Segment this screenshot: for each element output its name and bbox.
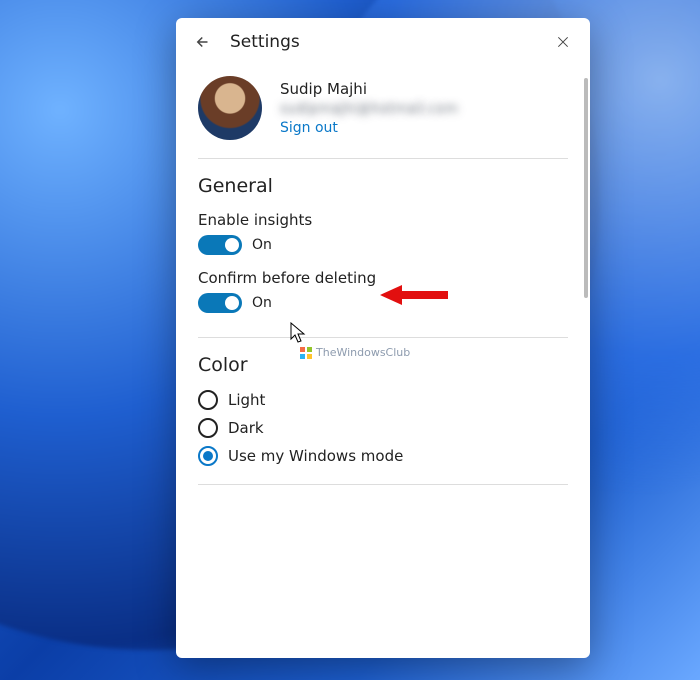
avatar bbox=[198, 76, 262, 140]
sign-out-link[interactable]: Sign out bbox=[280, 120, 458, 136]
section-general: General Enable insights On Confirm befor… bbox=[176, 159, 590, 337]
section-title-general: General bbox=[198, 175, 568, 197]
toggle-state: On bbox=[252, 237, 272, 253]
scrollbar[interactable] bbox=[584, 78, 588, 298]
back-icon[interactable] bbox=[194, 33, 212, 51]
close-icon[interactable] bbox=[554, 33, 572, 51]
radio-dark[interactable]: Dark bbox=[198, 418, 568, 438]
radio-windows-mode[interactable]: Use my Windows mode bbox=[198, 446, 568, 466]
panel-header: Settings bbox=[176, 18, 590, 62]
radio-icon bbox=[198, 418, 218, 438]
toggle-state: On bbox=[252, 295, 272, 311]
profile-name: Sudip Majhi bbox=[280, 80, 458, 98]
radio-label: Dark bbox=[228, 419, 264, 437]
profile-email-masked: sudipmajhi@hotmail.com bbox=[280, 101, 458, 117]
toggle-confirm-delete[interactable] bbox=[198, 293, 242, 313]
setting-label: Enable insights bbox=[198, 211, 568, 229]
toggle-enable-insights[interactable] bbox=[198, 235, 242, 255]
section-color: Color Light Dark Use my Windows mode bbox=[176, 338, 590, 484]
setting-label: Confirm before deleting bbox=[198, 269, 568, 287]
divider bbox=[198, 484, 568, 485]
setting-confirm-delete: Confirm before deleting On bbox=[198, 269, 568, 313]
radio-icon bbox=[198, 390, 218, 410]
section-title-color: Color bbox=[198, 354, 568, 376]
radio-light[interactable]: Light bbox=[198, 390, 568, 410]
radio-icon bbox=[198, 446, 218, 466]
profile-block: Sudip Majhi sudipmajhi@hotmail.com Sign … bbox=[176, 62, 590, 158]
profile-text: Sudip Majhi sudipmajhi@hotmail.com Sign … bbox=[280, 80, 458, 136]
radio-label: Use my Windows mode bbox=[228, 447, 403, 465]
settings-panel: Settings Sudip Majhi sudipmajhi@hotmail.… bbox=[176, 18, 590, 658]
page-title: Settings bbox=[230, 32, 536, 52]
setting-enable-insights: Enable insights On bbox=[198, 211, 568, 255]
radio-label: Light bbox=[228, 391, 265, 409]
